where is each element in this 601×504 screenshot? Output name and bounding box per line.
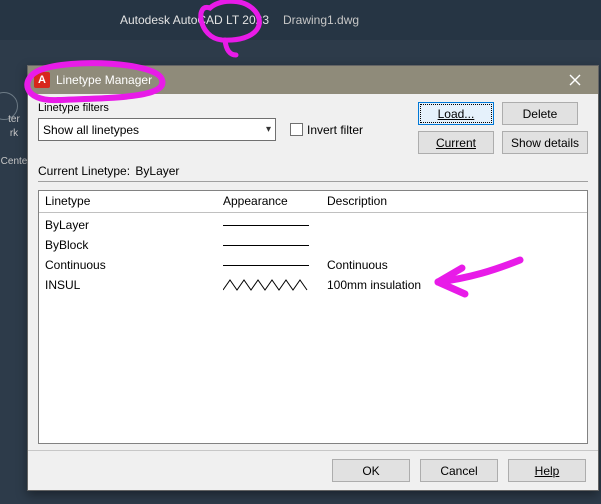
current-button[interactable]: Current [418, 131, 494, 154]
autocad-logo-icon: A [34, 72, 50, 88]
appearance-cell [217, 238, 321, 252]
palette-stub-2: rk [0, 128, 28, 140]
dialog-body: Linetype filters Show all linetypes ▾ In… [28, 94, 598, 450]
insulation-line-icon [223, 278, 309, 292]
invert-filter-label: Invert filter [307, 123, 363, 137]
help-button[interactable]: Help [508, 459, 586, 482]
current-linetype-label: Current Linetype: [38, 164, 130, 178]
linetype-name: Continuous [39, 258, 217, 272]
current-linetype-line: Current Linetype: ByLayer [38, 164, 588, 182]
palette-stub-3: Cente [0, 156, 28, 168]
linetype-manager-dialog: A Linetype Manager Linetype filters Show… [27, 65, 599, 491]
chevron-down-icon: ▾ [266, 124, 271, 135]
appearance-cell [217, 218, 321, 232]
app-titlebar: Autodesk AutoCAD LT 2023 Drawing1.dwg [0, 0, 601, 40]
dialog-footer: OK Cancel Help [28, 450, 598, 490]
app-title: Autodesk AutoCAD LT 2023 [120, 13, 269, 27]
close-button[interactable] [558, 68, 592, 92]
current-linetype-value: ByLayer [135, 164, 179, 178]
close-icon [569, 74, 581, 86]
dialog-titlebar[interactable]: A Linetype Manager [28, 66, 598, 94]
invert-filter-checkbox[interactable]: Invert filter [290, 123, 363, 137]
linetype-desc: 100mm insulation [321, 278, 587, 292]
linetype-name: ByBlock [39, 238, 217, 252]
filters-label: Linetype filters [38, 102, 410, 114]
checkbox-box [290, 123, 303, 136]
linetype-name: ByLayer [39, 218, 217, 232]
solid-line-icon [223, 218, 309, 232]
list-row[interactable]: ByLayer [39, 215, 587, 235]
list-row[interactable]: ByBlock [39, 235, 587, 255]
palette-stub-1: ter [0, 114, 28, 126]
cancel-button[interactable]: Cancel [420, 459, 498, 482]
list-row[interactable]: Continuous Continuous [39, 255, 587, 275]
appearance-cell [217, 258, 321, 272]
appearance-cell [217, 278, 321, 292]
linetype-name: INSUL [39, 278, 217, 292]
app-file-name: Drawing1.dwg [283, 13, 359, 27]
col-description[interactable]: Description [321, 191, 587, 212]
solid-line-icon [223, 258, 309, 272]
solid-line-icon [223, 238, 309, 252]
delete-button[interactable]: Delete [502, 102, 578, 125]
combo-value: Show all linetypes [43, 123, 139, 137]
linetype-filter-combo[interactable]: Show all linetypes ▾ [38, 118, 276, 141]
linetype-desc: Continuous [321, 258, 587, 272]
col-appearance[interactable]: Appearance [217, 191, 321, 212]
list-header[interactable]: Linetype Appearance Description [39, 191, 587, 213]
show-details-button[interactable]: Show details [502, 131, 588, 154]
list-row[interactable]: INSUL 100mm insulation [39, 275, 587, 295]
list-rows: ByLayer ByBlock Continuous Continuous IN… [39, 213, 587, 297]
ok-button[interactable]: OK [332, 459, 410, 482]
linetype-list[interactable]: Linetype Appearance Description ByLayer … [38, 190, 588, 444]
load-button[interactable]: Load... [418, 102, 494, 125]
dialog-title: Linetype Manager [56, 73, 558, 87]
col-linetype[interactable]: Linetype [39, 191, 217, 212]
